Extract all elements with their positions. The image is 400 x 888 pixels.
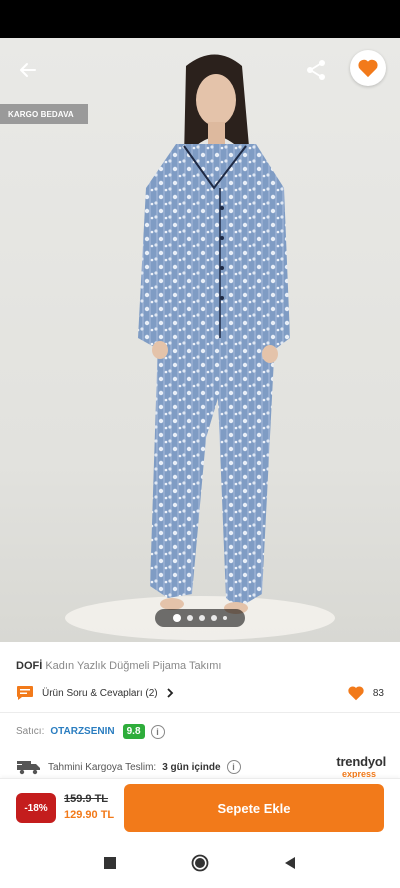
discount-badge: -18% <box>16 793 56 823</box>
shipping-row: Tahmini Kargoya Teslim: 3 gün içinde i t… <box>16 755 386 779</box>
new-price: 129.90 TL <box>64 809 115 821</box>
gallery-dot[interactable] <box>199 615 205 621</box>
share-button[interactable] <box>298 52 334 88</box>
purchase-bar: -18% 159.9 TL 129.90 TL Sepete Ekle <box>0 778 400 838</box>
gallery-dot[interactable] <box>223 616 227 620</box>
gallery-indicator[interactable] <box>155 609 245 627</box>
recents-button[interactable] <box>100 853 120 873</box>
chat-icon <box>17 686 33 700</box>
trendyol-express-logo: trendyol express <box>336 755 386 779</box>
seller-label: Satıcı: <box>16 726 45 737</box>
old-price: 159.9 TL <box>64 793 109 805</box>
nav-circle-icon <box>191 854 209 872</box>
info-icon[interactable]: i <box>226 760 241 774</box>
nav-square-icon <box>104 857 116 869</box>
shipping-label: Tahmini Kargoya Teslim: <box>48 761 157 773</box>
favorite-count: 83 <box>347 685 384 701</box>
favorite-count-value: 83 <box>372 687 384 699</box>
seller-name-link[interactable]: OTARZSENIN <box>50 726 114 737</box>
gallery-dot[interactable] <box>173 614 181 622</box>
qa-row: Ürün Soru & Cevapları (2) 83 <box>16 684 384 702</box>
product-brand: DOFİ <box>16 660 43 672</box>
system-nav-bar <box>0 838 400 888</box>
heart-icon <box>358 59 378 78</box>
info-icon[interactable]: i <box>150 724 165 739</box>
qa-link[interactable]: Ürün Soru & Cevapları (2) <box>16 685 174 701</box>
product-title: DOFİ Kadın Yazlık Düğmeli Pijama Takımı <box>16 660 221 672</box>
status-bar <box>0 0 400 38</box>
seller-row: Satıcı: OTARZSENIN 9.8 i <box>16 724 165 739</box>
heart-icon <box>348 686 364 701</box>
back-arrow-icon <box>20 63 36 77</box>
product-photo <box>65 54 335 640</box>
add-to-cart-button[interactable]: Sepete Ekle <box>124 784 384 832</box>
gallery-dot[interactable] <box>187 615 193 621</box>
free-shipping-badge: KARGO BEDAVA <box>0 104 88 124</box>
product-name: Kadın Yazlık Düğmeli Pijama Takımı <box>45 660 222 672</box>
divider <box>0 712 400 713</box>
qa-label: Ürün Soru & Cevapları (2) <box>42 687 158 699</box>
home-button[interactable] <box>190 853 210 873</box>
shipping-days: 3 gün içinde <box>162 761 221 773</box>
gallery-dot[interactable] <box>211 615 217 621</box>
share-icon <box>307 60 325 80</box>
chevron-right-icon <box>166 688 173 698</box>
seller-rating-badge: 9.8 <box>122 724 145 739</box>
product-image[interactable]: KARGO BEDAVA <box>0 38 400 642</box>
truck-icon <box>16 761 40 775</box>
back-nav-button[interactable] <box>280 853 300 873</box>
back-button[interactable] <box>10 52 46 88</box>
logo-line1: trendyol <box>336 754 386 769</box>
nav-triangle-icon <box>285 857 295 869</box>
favorite-button[interactable] <box>350 50 386 86</box>
